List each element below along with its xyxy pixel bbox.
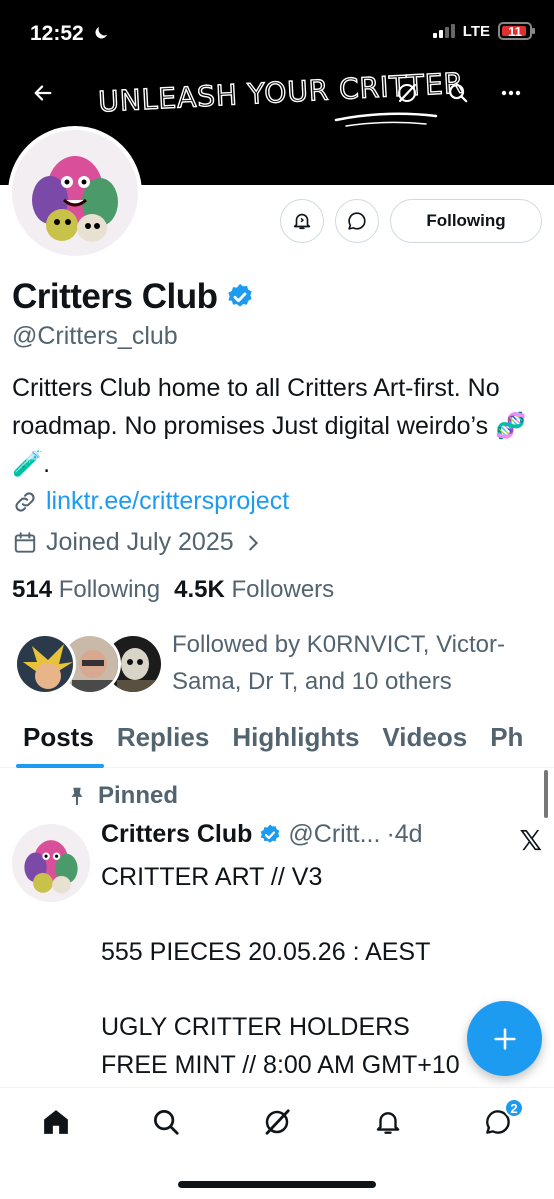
follower-avatar <box>14 633 76 695</box>
nav-messages[interactable]: 2 <box>478 1098 524 1142</box>
joined-date: Joined July 2025 <box>46 528 234 556</box>
verified-badge-icon <box>228 283 253 307</box>
status-indicators: LTE 11 <box>432 22 535 40</box>
back-button[interactable] <box>28 78 58 108</box>
x-logo-icon: 𝕏 <box>519 825 542 856</box>
following-count[interactable]: 514 Following <box>12 576 160 604</box>
grok-icon <box>398 83 417 103</box>
grok-button[interactable] <box>392 78 422 108</box>
tab-posts[interactable]: Posts <box>0 716 94 767</box>
moon-icon <box>95 27 107 39</box>
calendar-icon <box>14 531 36 553</box>
profile-name: Critters Club <box>12 277 218 316</box>
followers-count[interactable]: 4.5K Followers <box>174 576 334 604</box>
more-button[interactable] <box>496 78 526 108</box>
status-time: 12:52 <box>30 22 110 46</box>
notifications-toggle-button[interactable] <box>280 199 324 243</box>
nav-grok[interactable] <box>257 1102 297 1142</box>
active-tab-indicator <box>16 764 104 768</box>
verified-badge-icon <box>261 824 280 843</box>
notification-bell-icon <box>293 213 311 230</box>
tab-replies[interactable]: Replies <box>94 716 210 767</box>
message-button[interactable] <box>335 199 379 243</box>
post-author-handle[interactable]: @Critt... <box>288 820 380 849</box>
profile-avatar[interactable] <box>8 126 142 260</box>
profile-actions: Following <box>280 199 542 243</box>
battery-icon: 11 <box>498 22 535 40</box>
profile-name-row: Critters Club <box>12 277 255 317</box>
search-icon <box>154 1110 179 1135</box>
following-button[interactable]: Following <box>390 199 542 243</box>
notifications-icon <box>376 1112 400 1134</box>
search-icon <box>449 84 468 103</box>
scrollbar[interactable] <box>544 770 548 818</box>
profile-tabs: Posts Replies Highlights Videos Ph <box>0 716 554 768</box>
compose-post-button[interactable] <box>467 1001 542 1076</box>
profile-handle: @Critters_club <box>12 322 178 350</box>
post-header: Critters Club @Critt... ·4d <box>101 820 423 849</box>
pin-icon <box>71 787 83 806</box>
followed-by-text[interactable]: Followed by K0RNVICT, Victor-Sama, Dr T,… <box>172 626 548 700</box>
post-time: ·4d <box>386 820 423 848</box>
grok-icon <box>265 1109 290 1135</box>
follow-counts: 514 Following 4.5K Followers <box>12 576 334 604</box>
link-icon <box>15 491 35 512</box>
message-icon <box>348 212 366 230</box>
search-button[interactable] <box>443 78 473 108</box>
profile-link-row[interactable]: linktr.ee/crittersproject <box>12 487 289 516</box>
profile-bio: Critters Club home to all Critters Art-f… <box>12 374 527 478</box>
followed-by-avatars[interactable] <box>14 633 164 697</box>
pinned-label: Pinned <box>66 782 178 810</box>
nav-home[interactable] <box>36 1102 76 1142</box>
network-label: LTE <box>462 22 490 40</box>
signal-icon <box>432 24 455 38</box>
messages-badge: 2 <box>504 1098 524 1118</box>
plus-icon <box>493 1027 516 1050</box>
more-icon <box>501 90 521 96</box>
profile-link[interactable]: linktr.ee/crittersproject <box>46 487 289 516</box>
post-author-name[interactable]: Critters Club <box>101 820 252 849</box>
tab-photos[interactable]: Ph <box>467 716 523 767</box>
back-arrow-icon <box>34 85 52 101</box>
joined-row[interactable]: Joined July 2025 <box>12 528 264 557</box>
nav-notifications[interactable] <box>368 1102 408 1142</box>
tab-highlights[interactable]: Highlights <box>209 716 359 767</box>
home-icon <box>44 1110 68 1134</box>
chevron-right-icon <box>248 535 258 550</box>
home-indicator[interactable] <box>178 1181 376 1188</box>
nav-search[interactable] <box>146 1102 186 1142</box>
post-author-avatar[interactable] <box>12 824 90 902</box>
tab-videos[interactable]: Videos <box>359 716 467 767</box>
